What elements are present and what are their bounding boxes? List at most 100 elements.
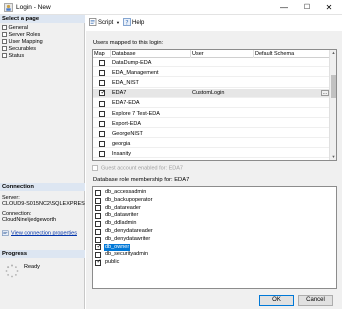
grid-header: Map Database User Default Schema	[93, 50, 330, 58]
role-checkbox[interactable]	[95, 220, 101, 227]
default-schema-cell[interactable]	[255, 150, 319, 158]
user-cell[interactable]	[192, 69, 252, 77]
role-item[interactable]: db_denydatawriter	[95, 236, 335, 244]
column-header-map[interactable]: Map	[93, 50, 111, 58]
scroll-down-arrow-icon[interactable]: ▼	[331, 154, 336, 160]
role-checkbox[interactable]	[95, 228, 101, 235]
map-checkbox[interactable]	[99, 110, 105, 117]
default-schema-cell[interactable]	[255, 130, 319, 138]
user-cell[interactable]: CustomLogin	[192, 89, 252, 97]
role-checkbox[interactable]	[95, 189, 101, 196]
user-cell[interactable]	[192, 99, 252, 107]
table-row[interactable]: DataDump-EDA	[93, 59, 330, 68]
default-schema-cell[interactable]	[255, 89, 319, 97]
close-button[interactable]: ✕	[320, 1, 338, 14]
map-checkbox[interactable]: ✓	[99, 89, 106, 97]
map-checkbox[interactable]	[99, 100, 105, 107]
user-mapping-grid: Map Database User Default Schema DataDum…	[92, 49, 337, 161]
default-schema-cell[interactable]	[255, 59, 319, 67]
role-name: db_accessadmin	[105, 189, 147, 195]
table-row[interactable]: EDA7-EDA	[93, 99, 330, 108]
default-schema-cell[interactable]	[255, 120, 319, 128]
role-item[interactable]: ✓ public	[95, 259, 335, 267]
map-checkbox[interactable]	[99, 60, 105, 67]
role-membership-list: db_accessadmin db_backupoperator db_datare…	[92, 186, 337, 289]
column-header-user[interactable]: User	[191, 50, 254, 58]
page-item-server-roles[interactable]: Server Roles	[2, 31, 40, 38]
database-cell: EDA_Management	[112, 70, 159, 77]
schema-browse-button[interactable]: ...	[321, 90, 329, 97]
table-row[interactable]: Explore 7 Test-EDA	[93, 110, 330, 118]
role-name: public	[105, 259, 120, 266]
role-item[interactable]: db_accessadmin	[95, 189, 335, 197]
checkmark-icon: ✓	[96, 259, 102, 266]
left-pane: Select a page General Server Roles User …	[0, 15, 85, 309]
default-schema-cell[interactable]	[255, 69, 319, 77]
user-cell[interactable]	[192, 140, 252, 148]
scroll-up-arrow-icon[interactable]: ▲	[331, 50, 336, 56]
table-row[interactable]: Export-EDA	[93, 120, 330, 128]
column-header-database[interactable]: Database	[111, 50, 191, 58]
role-item[interactable]: db_denydatareader	[95, 228, 335, 236]
user-cell[interactable]	[192, 79, 252, 87]
ok-button[interactable]: OK	[259, 295, 294, 306]
properties-icon	[2, 230, 9, 236]
page-item-user-mapping[interactable]: User Mapping	[2, 38, 43, 45]
user-cell[interactable]	[192, 130, 252, 138]
column-header-default-schema[interactable]: Default Schema	[254, 50, 330, 58]
maximize-button[interactable]: ☐	[298, 1, 316, 14]
grid-vertical-scrollbar[interactable]: ▲ ▼	[329, 50, 336, 160]
view-connection-properties-link[interactable]: View connection properties	[2, 230, 77, 237]
page-item-general[interactable]: General	[2, 24, 28, 31]
database-cell: DataDump-EDA	[112, 60, 152, 66]
map-checkbox[interactable]	[99, 120, 105, 127]
database-cell: EDA_NIST	[112, 80, 139, 87]
role-checkbox[interactable]	[95, 205, 101, 212]
role-checkbox[interactable]	[95, 252, 101, 259]
table-row[interactable]: Insanity	[93, 150, 330, 159]
database-cell: Explore 7 Test-EDA	[112, 110, 160, 117]
role-checkbox[interactable]	[95, 213, 101, 220]
map-checkbox[interactable]	[99, 70, 105, 77]
map-checkbox[interactable]	[99, 140, 105, 147]
database-cell: EDA7-EDA	[112, 100, 140, 107]
default-schema-cell[interactable]	[255, 110, 319, 118]
help-button[interactable]: ? Help	[123, 18, 144, 28]
role-item[interactable]: db_datawriter	[95, 212, 335, 220]
connection-value: CloudNine\jedgeworth	[2, 217, 57, 223]
role-checkbox[interactable]	[95, 197, 101, 204]
script-button[interactable]: Script ▼	[89, 18, 120, 28]
user-cell[interactable]	[192, 120, 252, 128]
page-item-status[interactable]: Status	[2, 52, 24, 59]
table-row[interactable]: GeorgeNIST	[93, 130, 330, 139]
user-cell[interactable]	[192, 150, 252, 158]
minimize-button[interactable]: —	[275, 1, 293, 14]
role-item[interactable]: db_ddladmin	[95, 220, 335, 228]
page-item-securables[interactable]: Securables	[2, 45, 36, 52]
checkmark-icon: ✓	[100, 89, 106, 96]
cancel-button[interactable]: Cancel	[298, 295, 333, 306]
role-checkbox[interactable]	[95, 236, 101, 243]
role-name: db_backupoperator	[105, 196, 153, 203]
default-schema-cell[interactable]	[255, 79, 319, 87]
map-checkbox[interactable]	[99, 80, 105, 87]
role-item[interactable]: ✓ db_owner	[95, 243, 335, 252]
map-checkbox[interactable]	[99, 151, 105, 158]
default-schema-cell[interactable]	[255, 99, 319, 107]
scroll-thumb[interactable]	[331, 75, 336, 98]
default-schema-cell[interactable]	[255, 140, 319, 148]
user-cell[interactable]	[192, 59, 252, 67]
table-row[interactable]: ✓ EDA7 CustomLogin...	[93, 89, 330, 98]
user-cell[interactable]	[192, 110, 252, 118]
role-item[interactable]: db_securityadmin	[95, 251, 335, 259]
role-item[interactable]: db_backupoperator	[95, 197, 335, 205]
role-checkbox[interactable]: ✓	[95, 259, 102, 266]
role-item[interactable]: db_datareader	[95, 205, 335, 213]
chevron-down-icon[interactable]: ▼	[116, 20, 120, 25]
table-row[interactable]: georgia	[93, 140, 330, 149]
table-row[interactable]: EDA_NIST	[93, 79, 330, 88]
table-row[interactable]: EDA_Management	[93, 69, 330, 78]
role-checkbox[interactable]: ✓	[95, 244, 102, 251]
page-icon	[2, 52, 7, 58]
map-checkbox[interactable]	[99, 130, 105, 137]
